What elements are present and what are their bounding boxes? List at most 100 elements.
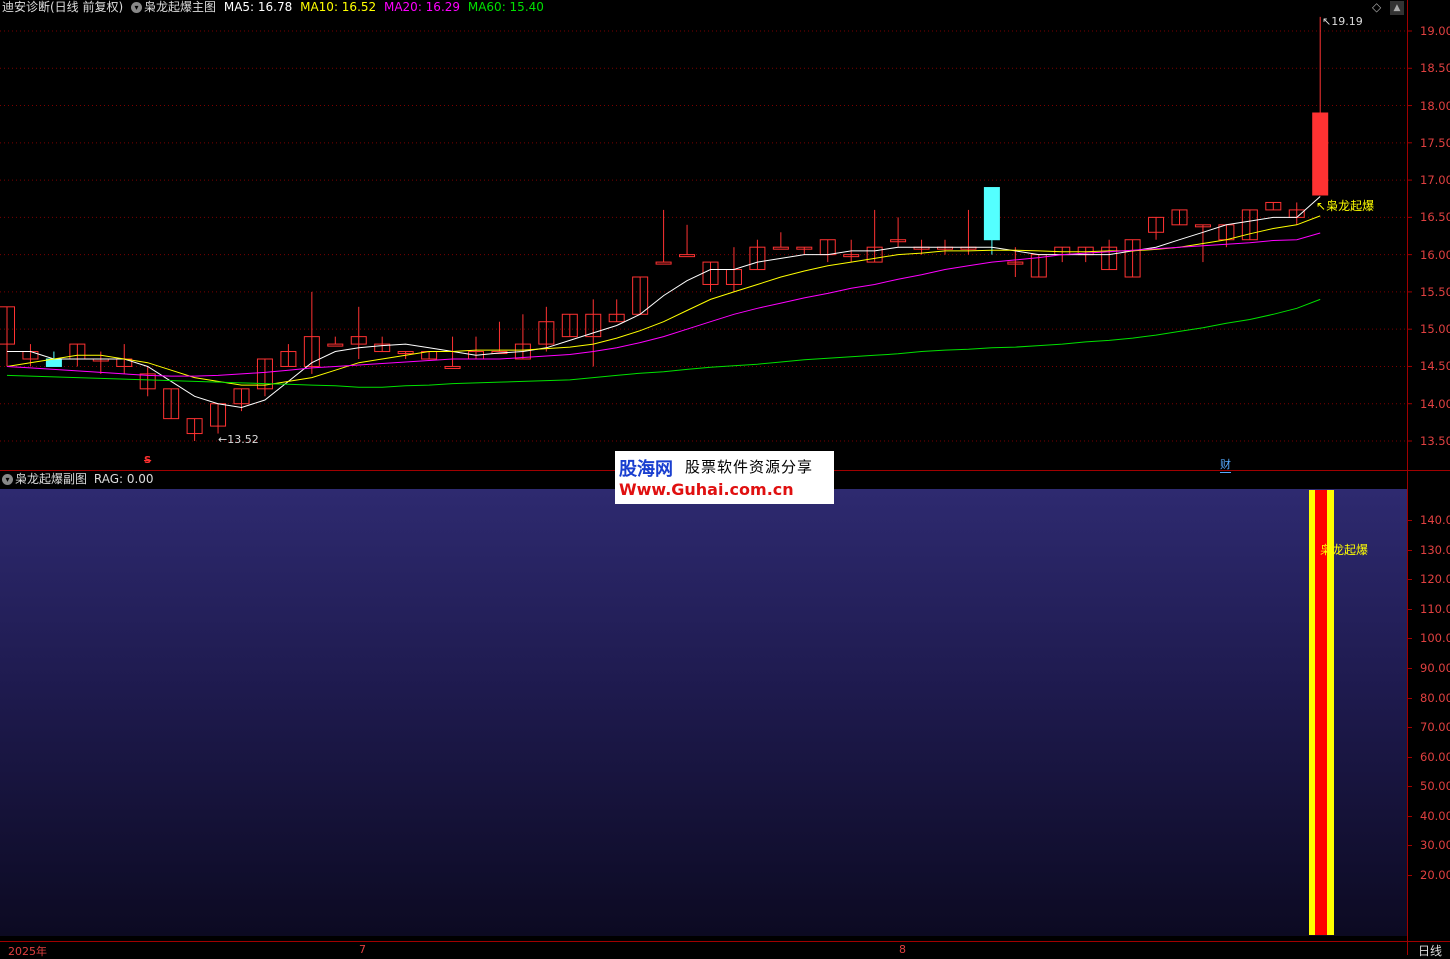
high-marker: ↖19.19	[1322, 15, 1363, 28]
price-tick-label: 18.50	[1420, 61, 1450, 76]
candle[interactable]	[819, 239, 836, 263]
low-marker: ←13.52	[218, 433, 259, 446]
tick-mark	[1407, 727, 1412, 729]
candle[interactable]	[1288, 202, 1305, 225]
candle[interactable]	[256, 358, 273, 397]
tick-mark	[1407, 786, 1412, 788]
candle[interactable]	[866, 209, 883, 263]
candle[interactable]	[538, 306, 555, 352]
candle-body	[655, 261, 672, 265]
price-tick-label: 16.50	[1420, 210, 1450, 225]
tick-mark	[1407, 638, 1412, 640]
chevron-down-icon[interactable]: ▾	[131, 2, 143, 13]
high-value: 19.19	[1331, 15, 1363, 28]
low-value: 13.52	[227, 433, 259, 446]
candle[interactable]	[1265, 201, 1282, 211]
candle[interactable]	[655, 209, 672, 265]
watermark-logo: 股海网 股票软件资源分享 Www.Guhai.com.cn	[615, 451, 834, 504]
tick-mark	[1407, 608, 1412, 610]
candle[interactable]	[608, 299, 625, 323]
price-tick-label: 19.00	[1420, 24, 1450, 38]
sub-tick-label: 110.00	[1420, 601, 1450, 616]
time-label-start: 2025年	[8, 945, 47, 958]
price-tick-label: 15.00	[1420, 322, 1450, 337]
candle-body	[679, 254, 696, 258]
tick-mark	[1407, 697, 1412, 699]
price-tick-label: 14.00	[1420, 396, 1450, 411]
candle[interactable]	[1312, 16, 1329, 196]
ma20-value: MA20: 16.29	[383, 0, 461, 14]
time-label-7: 7	[359, 943, 366, 956]
signal-label: ↖枭龙起爆	[1316, 199, 1375, 213]
candle[interactable]	[139, 366, 156, 397]
candle[interactable]	[186, 418, 203, 441]
candle-body	[983, 187, 1000, 241]
cai-badge[interactable]: 财	[1220, 456, 1231, 473]
rag-value: RAG: 0.00	[93, 472, 154, 486]
diamond-icon[interactable]: ◇	[1372, 0, 1381, 14]
sub-tick-label: 130.00	[1420, 542, 1450, 557]
candle[interactable]	[983, 187, 1000, 255]
tick-mark	[1407, 549, 1412, 551]
time-label-8: 8	[899, 943, 906, 956]
candle[interactable]	[280, 344, 297, 367]
ma10-value: MA10: 16.52	[300, 0, 377, 14]
candle-body	[444, 365, 461, 369]
price-tick-label: 13.50	[1420, 434, 1450, 448]
candle[interactable]	[1124, 239, 1141, 278]
ma-line-ma60	[6, 298, 1321, 388]
candle[interactable]	[561, 313, 578, 338]
tick-mark	[1407, 875, 1412, 876]
candle[interactable]	[960, 209, 977, 255]
candle[interactable]	[0, 306, 15, 367]
sub-tick-label: 40.00	[1420, 808, 1450, 823]
sub-tick-label: 50.00	[1420, 779, 1450, 794]
watermark-title: 股海网	[619, 459, 673, 480]
price-tick-label: 16.00	[1420, 247, 1450, 262]
sub-indicator-name[interactable]: 枭龙起爆副图	[15, 472, 87, 486]
candle[interactable]	[1148, 216, 1165, 240]
candle[interactable]	[632, 276, 649, 315]
candle[interactable]	[890, 217, 907, 248]
ma5-value: MA5: 16.78	[223, 0, 293, 14]
watermark-url: Www.Guhai.com.cn	[619, 480, 794, 499]
price-tick-label: 17.50	[1420, 135, 1450, 150]
candle[interactable]	[303, 291, 320, 374]
candle-body	[1312, 112, 1329, 196]
sub-tick-label: 120.00	[1420, 572, 1450, 587]
tick-mark	[1407, 520, 1412, 521]
candle[interactable]	[679, 224, 696, 258]
price-tick-label: 17.00	[1420, 173, 1450, 188]
sub-tick-label: 30.00	[1420, 838, 1450, 853]
candle[interactable]	[327, 336, 344, 347]
period-tab[interactable]: 日线	[1418, 942, 1442, 959]
tick-mark	[1407, 579, 1412, 581]
stock-title[interactable]: 迪安诊断(日线 前复权)	[2, 0, 123, 14]
candle[interactable]	[491, 321, 508, 355]
price-tick-label: 18.00	[1420, 98, 1450, 113]
sub-tick-label: 60.00	[1420, 749, 1450, 764]
sub-tick-label: 20.00	[1420, 868, 1450, 882]
candle-body	[772, 246, 789, 250]
candle[interactable]	[772, 232, 789, 250]
candle[interactable]	[796, 246, 813, 255]
chevron-down-icon[interactable]: ▾	[2, 474, 13, 485]
main-header: 迪安诊断(日线 前复权) ▾ 枭龙起爆主图 MA5: 16.78 MA10: 16…	[2, 0, 544, 14]
price-tick-label: 15.50	[1420, 284, 1450, 299]
sub-chart[interactable]	[0, 489, 1407, 936]
price-tick-label: 14.50	[1420, 359, 1450, 374]
candle[interactable]	[702, 261, 719, 292]
s-marker: S	[144, 455, 152, 466]
candle[interactable]	[374, 336, 391, 353]
sub-signal-label: 枭龙起爆	[1320, 543, 1369, 557]
signal-text: 枭龙起爆	[1326, 199, 1375, 213]
watermark-slogan: 股票软件资源分享	[685, 458, 814, 476]
sub-tick-label: 80.00	[1420, 690, 1450, 705]
scroll-up-icon[interactable]: ▲	[1390, 1, 1404, 15]
tick-mark	[1407, 845, 1412, 847]
candle[interactable]	[350, 306, 367, 359]
indicator-name[interactable]: 枭龙起爆主图	[144, 0, 216, 14]
sub-tick-label: 70.00	[1420, 720, 1450, 735]
sub-tick-label: 100.00	[1420, 631, 1450, 646]
candle[interactable]	[210, 403, 227, 434]
